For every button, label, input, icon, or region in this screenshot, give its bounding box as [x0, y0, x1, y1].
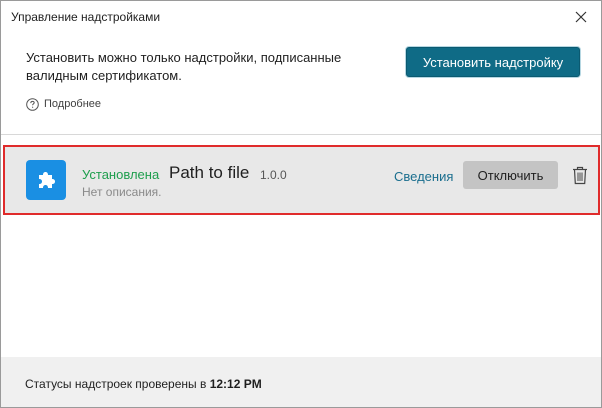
details-link[interactable]: Сведения — [394, 169, 453, 184]
addon-list-item[interactable]: Установлена Path to file 1.0.0 Нет описа… — [3, 145, 600, 215]
signature-notice: Установить можно только надстройки, подп… — [26, 50, 342, 83]
more-info-link[interactable]: Подробнее — [26, 96, 101, 112]
divider — [1, 134, 601, 135]
addon-status: Установлена — [82, 167, 160, 182]
status-footer: Статусы надстроек проверены в 12:12 PM — [1, 357, 601, 407]
window-title: Управление надстройками — [11, 10, 161, 24]
delete-button[interactable] — [571, 165, 589, 185]
install-addin-button[interactable]: Установить надстройку — [406, 47, 580, 77]
title-bar: Управление надстройками — [1, 1, 601, 33]
addon-name: Path to file — [169, 163, 250, 182]
more-info-label: Подробнее — [44, 98, 102, 110]
addins-manager-window: Управление надстройками Установить можно… — [0, 0, 602, 408]
footer-status-prefix: Статусы надстроек проверены в — [25, 377, 210, 391]
footer-status-text: Статусы надстроек проверены в 12:12 PM — [25, 377, 262, 391]
disable-button[interactable]: Отключить — [463, 161, 558, 189]
close-icon — [575, 11, 587, 23]
addon-description: Нет описания. — [82, 185, 162, 199]
help-circle-icon — [26, 97, 39, 111]
trash-icon — [573, 166, 587, 184]
puzzle-icon — [26, 160, 66, 200]
footer-check-time: 12:12 PM — [209, 377, 262, 391]
close-button[interactable] — [569, 5, 593, 29]
addon-version: 1.0.0 — [260, 168, 287, 182]
